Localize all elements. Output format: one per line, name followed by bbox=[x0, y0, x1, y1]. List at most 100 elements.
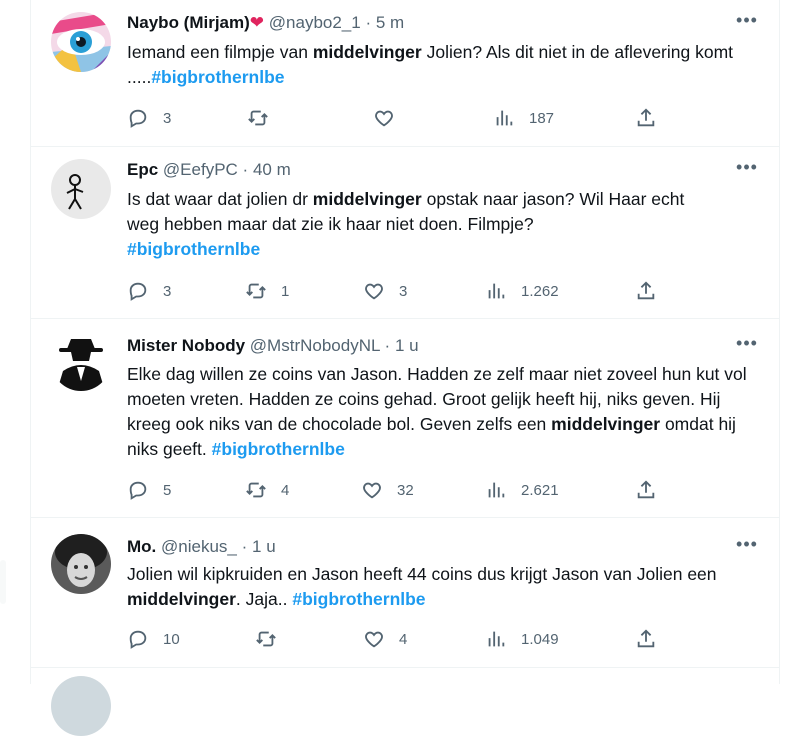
avatar[interactable] bbox=[51, 12, 111, 72]
views-button[interactable]: 1.049 bbox=[485, 627, 559, 651]
view-count: 1.049 bbox=[521, 630, 559, 648]
hashtag-link[interactable]: #bigbrothernlbe bbox=[127, 239, 260, 259]
like-button[interactable]: 4 bbox=[363, 627, 407, 651]
more-options-icon[interactable]: ••• bbox=[733, 535, 761, 558]
more-options-icon[interactable]: ••• bbox=[733, 158, 761, 181]
hashtag-link[interactable]: #bigbrothernlbe bbox=[212, 439, 345, 459]
handle[interactable]: @EefyPC bbox=[163, 160, 238, 179]
tweet-text: Jolien wil kipkruiden en Jason heeft 44 … bbox=[127, 562, 767, 612]
avatar[interactable] bbox=[51, 676, 111, 736]
separator: · bbox=[241, 537, 248, 556]
view-count: 187 bbox=[529, 109, 555, 127]
more-options-icon[interactable]: ••• bbox=[733, 334, 761, 357]
like-button[interactable]: 3 bbox=[363, 279, 407, 303]
highlighted-term: middelvinger bbox=[312, 42, 422, 62]
separator: · bbox=[365, 13, 372, 32]
retweet-button[interactable] bbox=[255, 627, 291, 651]
handle[interactable]: @niekus_ bbox=[161, 537, 237, 556]
avatar-spy-silhouette-image bbox=[51, 331, 111, 391]
like-count: 3 bbox=[399, 282, 408, 300]
tweet-header: Mo. @niekus_ · 1 u bbox=[127, 536, 276, 558]
tweet-header: Epc @EefyPC · 40 m bbox=[127, 159, 291, 181]
views-button[interactable]: 2.621 bbox=[485, 478, 559, 502]
like-button[interactable] bbox=[373, 106, 409, 130]
avatar-eye-image bbox=[51, 12, 111, 72]
tweet-header: Naybo (Mirjam)❤ @naybo2_1 · 5 m bbox=[127, 12, 404, 34]
retweet-button[interactable]: 4 bbox=[245, 478, 289, 502]
tweet-actions: 3 1 3 1.262 bbox=[127, 279, 687, 303]
scroll-edge bbox=[0, 560, 6, 604]
display-name[interactable]: Naybo (Mirjam) bbox=[127, 13, 250, 32]
tweet-text: Iemand een filmpje van middelvinger Joli… bbox=[127, 40, 767, 90]
reply-icon bbox=[129, 109, 147, 128]
avatar[interactable] bbox=[51, 534, 111, 594]
timestamp[interactable]: 40 m bbox=[253, 160, 291, 179]
like-icon bbox=[375, 110, 393, 127]
highlighted-term: middelvinger bbox=[127, 589, 236, 609]
share-icon bbox=[637, 108, 655, 127]
reply-icon bbox=[129, 630, 147, 649]
like-button[interactable]: 32 bbox=[361, 478, 414, 502]
tweet-text: Is dat waar dat jolien dr middelvinger o… bbox=[127, 187, 687, 262]
tweet-header: Mister Nobody @MstrNobodyNL · 1 u bbox=[127, 335, 419, 357]
timestamp[interactable]: 1 u bbox=[395, 336, 419, 355]
avatar-photo-image bbox=[51, 534, 111, 594]
reply-count: 3 bbox=[163, 282, 172, 300]
tweet[interactable]: Naybo (Mirjam)❤ @naybo2_1 · 5 m ••• Iema… bbox=[31, 0, 779, 147]
reply-button[interactable]: 3 bbox=[127, 279, 171, 303]
avatar[interactable] bbox=[51, 159, 111, 219]
views-bar-chart-icon bbox=[488, 631, 505, 647]
retweet-count: 1 bbox=[281, 282, 290, 300]
tweet-feed: Naybo (Mirjam)❤ @naybo2_1 · 5 m ••• Iema… bbox=[30, 0, 780, 736]
display-name[interactable]: Mister Nobody bbox=[127, 336, 245, 355]
timestamp[interactable]: 1 u bbox=[252, 537, 276, 556]
handle[interactable]: @MstrNobodyNL bbox=[250, 336, 380, 355]
views-bar-chart-icon bbox=[488, 482, 505, 498]
handle[interactable]: @naybo2_1 bbox=[269, 13, 361, 32]
text-segment: Is dat waar dat jolien dr bbox=[127, 189, 313, 209]
hashtag-link[interactable]: #bigbrothernlbe bbox=[292, 589, 425, 609]
reply-count: 5 bbox=[163, 481, 172, 499]
text-segment: Iemand een filmpje van bbox=[127, 42, 313, 62]
display-name[interactable]: Mo. bbox=[127, 537, 156, 556]
highlighted-term: middelvinger bbox=[551, 414, 661, 434]
share-icon bbox=[637, 629, 655, 648]
views-button[interactable]: 1.262 bbox=[485, 279, 559, 303]
reply-button[interactable]: 3 bbox=[127, 106, 171, 130]
tweet[interactable]: Mo. @niekus_ · 1 u ••• Jolien wil kipkru… bbox=[31, 518, 779, 668]
share-icon bbox=[637, 480, 655, 499]
views-button[interactable]: 187 bbox=[493, 106, 554, 130]
share-button[interactable] bbox=[635, 627, 657, 651]
retweet-button[interactable]: 1 bbox=[245, 279, 289, 303]
tweet[interactable]: Epc @EefyPC · 40 m ••• Is dat waar dat j… bbox=[31, 147, 779, 319]
reply-count: 10 bbox=[163, 630, 180, 648]
more-options-icon[interactable]: ••• bbox=[733, 11, 761, 34]
reply-button[interactable]: 5 bbox=[127, 478, 171, 502]
views-bar-chart-icon bbox=[488, 283, 505, 299]
heart-emoji-icon: ❤ bbox=[249, 13, 265, 32]
hashtag-link[interactable]: #bigbrothernlbe bbox=[151, 67, 284, 87]
share-button[interactable] bbox=[635, 106, 657, 130]
avatar-stick-figure-image bbox=[51, 159, 111, 219]
tweet-actions: 3 187 bbox=[127, 106, 687, 130]
like-count: 32 bbox=[397, 481, 414, 499]
share-button[interactable] bbox=[635, 279, 657, 303]
share-button[interactable] bbox=[635, 478, 657, 502]
separator: · bbox=[384, 336, 391, 355]
reply-count: 3 bbox=[163, 109, 172, 127]
display-name[interactable]: Epc bbox=[127, 160, 158, 179]
retweet-icon bbox=[256, 631, 276, 647]
retweet-button[interactable] bbox=[247, 106, 283, 130]
avatar[interactable] bbox=[51, 331, 111, 391]
like-count: 4 bbox=[399, 630, 408, 648]
reply-icon bbox=[129, 282, 147, 301]
share-icon bbox=[637, 281, 655, 300]
retweet-icon bbox=[246, 283, 266, 299]
like-icon bbox=[365, 283, 383, 300]
reply-button[interactable]: 10 bbox=[127, 627, 180, 651]
view-count: 1.262 bbox=[521, 282, 559, 300]
highlighted-term: middelvinger bbox=[312, 189, 422, 209]
tweet[interactable]: Mister Nobody @MstrNobodyNL · 1 u ••• El… bbox=[31, 319, 779, 518]
timestamp[interactable]: 5 m bbox=[376, 13, 404, 32]
retweet-count: 4 bbox=[281, 481, 290, 499]
